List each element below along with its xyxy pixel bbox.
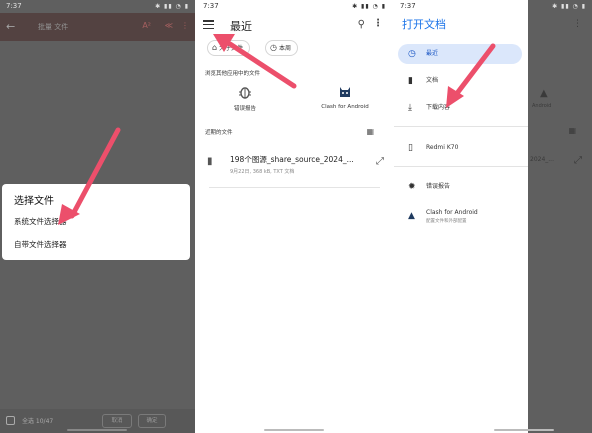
share-icon[interactable]: ≪ bbox=[165, 21, 173, 30]
dialog-title: 选择文件 bbox=[14, 196, 54, 207]
drawer-item-downloads[interactable]: ⤓ 下载内容 bbox=[398, 98, 522, 118]
file-name: 2024_... bbox=[530, 156, 554, 163]
cat-icon: ▲ bbox=[540, 88, 548, 99]
app-label: Clash for Android bbox=[321, 104, 369, 110]
chip-label: 大于文件 bbox=[219, 45, 244, 52]
download-icon: ⤓ bbox=[408, 103, 412, 113]
drawer-item-label: Redmi K70 bbox=[426, 144, 459, 151]
builtin-file-picker-option[interactable]: 自带文件选择器 bbox=[14, 239, 67, 250]
recent-files-section-label: 近期的文件 bbox=[205, 130, 233, 136]
system-file-picker-option[interactable]: 系统文件选择器 bbox=[14, 216, 67, 227]
bug-icon bbox=[237, 84, 253, 100]
more-icon[interactable]: ⋮ bbox=[181, 21, 189, 30]
app-bar: 最近 ⚲ ⋮ bbox=[197, 13, 392, 39]
app-toolbar: ← 批量 文件 A² ≪ ⋮ bbox=[0, 13, 195, 41]
status-icons: ✱ ▮▮ ◔ ▮ bbox=[155, 3, 189, 10]
app-label: Android bbox=[532, 103, 552, 109]
drawer-item-recent[interactable]: ◷ 最近 bbox=[398, 44, 522, 64]
file-name: 198个图源_share_source_2024_... bbox=[230, 155, 354, 164]
list-item[interactable]: ▮ 198个图源_share_source_2024_... 9月22日, 36… bbox=[197, 148, 392, 184]
cancel-button[interactable]: 取消 bbox=[102, 414, 132, 428]
cat-icon: ▲ bbox=[408, 211, 415, 221]
more-options-icon[interactable]: ⋮ bbox=[373, 18, 383, 29]
home-indicator bbox=[67, 429, 127, 431]
doc-icon: ▮ bbox=[408, 76, 413, 86]
drawer-item-label: Clash for Android bbox=[426, 209, 478, 216]
divider bbox=[394, 166, 528, 167]
status-time: 7:37 bbox=[6, 2, 22, 10]
status-bar: 7:37 ✱ ▮▮ ◔ ▮ bbox=[0, 0, 195, 13]
status-time: 7:37 bbox=[400, 2, 416, 10]
hamburger-menu-icon[interactable] bbox=[203, 20, 214, 30]
cat-icon bbox=[337, 84, 353, 100]
search-icon[interactable]: ⚲ bbox=[358, 19, 365, 30]
app-shortcut-clash[interactable]: Clash for Android bbox=[305, 84, 385, 110]
status-icons: ✱ ▮▮ ◔ ▮ bbox=[352, 3, 386, 10]
filter-chip-this-week[interactable]: ◷ 本周 bbox=[265, 40, 298, 56]
status-icons: ✱ ▮▮ ◔ ▮ bbox=[552, 3, 586, 10]
back-arrow-icon[interactable]: ← bbox=[6, 20, 15, 33]
drawer-item-label: 文档 bbox=[426, 77, 439, 84]
home-indicator bbox=[494, 429, 554, 431]
status-bar: 7:37 bbox=[394, 0, 528, 13]
phone-icon: ▯ bbox=[408, 143, 413, 153]
drawer-item-device[interactable]: ▯ Redmi K70 bbox=[398, 138, 522, 158]
grid-view-icon[interactable]: ▦ bbox=[366, 127, 374, 136]
tag-icon: ⌂ bbox=[212, 43, 218, 52]
navigation-drawer: 7:37 打开文档 ◷ 最近 ▮ 文档 ⤓ 下载内容 ▯ Redmi K70 ✹… bbox=[394, 0, 554, 433]
divider bbox=[394, 126, 528, 127]
toolbar-title: 批量 文件 bbox=[38, 23, 69, 31]
choose-file-dialog: 选择文件 系统文件选择器 自带文件选择器 bbox=[2, 184, 190, 260]
other-apps-section-label: 浏览其他应用中的文件 bbox=[205, 71, 261, 77]
drawer-item-bug-report[interactable]: ✹ 错误报告 bbox=[398, 177, 522, 197]
file-icon: ▮ bbox=[207, 156, 213, 167]
recent-files-screen: 7:37 ✱ ▮▮ ◔ ▮ 最近 ⚲ ⋮ ⌂ 大于文件 ◷ 本周 浏览其他应用中的文… bbox=[197, 0, 392, 433]
navigation-drawer-screen: 7:37 ✱ ▮▮ ◔ ▮ ⋮ ▲ Android ▦ 2024_... ⤢ 7… bbox=[394, 0, 592, 433]
grid-view-icon: ▦ bbox=[568, 126, 576, 135]
expand-icon: ⤢ bbox=[574, 155, 582, 166]
drawer-item-clash[interactable]: ▲ Clash for Android 配置文件和外部配置 bbox=[398, 206, 522, 230]
file-meta: 9月22日, 368 kB, TXT 文档 bbox=[230, 169, 295, 175]
history-icon: ◷ bbox=[270, 43, 277, 52]
drawer-item-label: 下载内容 bbox=[426, 104, 451, 111]
drawer-item-label: 错误报告 bbox=[426, 183, 451, 190]
status-time: 7:37 bbox=[203, 2, 219, 10]
font-size-icon[interactable]: A² bbox=[142, 21, 151, 30]
app-label: 错误报告 bbox=[233, 106, 256, 112]
page-title: 最近 bbox=[230, 20, 252, 33]
home-indicator bbox=[264, 429, 324, 431]
bug-icon: ✹ bbox=[408, 182, 416, 192]
select-all-label: 全选 10/47 bbox=[22, 418, 54, 425]
expand-icon[interactable]: ⤢ bbox=[376, 156, 384, 167]
app-screen-panel: 7:37 ✱ ▮▮ ◔ ▮ ← 批量 文件 A² ≪ ⋮ 选择文件 系统文件选择… bbox=[0, 0, 195, 433]
app-shortcut-bug-report[interactable]: 错误报告 bbox=[205, 84, 285, 112]
status-bar: 7:37 ✱ ▮▮ ◔ ▮ bbox=[197, 0, 392, 13]
drawer-title: 打开文档 bbox=[402, 18, 446, 31]
confirm-button[interactable]: 确定 bbox=[138, 414, 166, 428]
clock-icon: ◷ bbox=[408, 49, 416, 59]
filter-chip-large-files[interactable]: ⌂ 大于文件 bbox=[207, 40, 251, 56]
select-all-checkbox[interactable] bbox=[6, 416, 15, 425]
drawer-item-label: 最近 bbox=[426, 50, 439, 57]
divider bbox=[209, 187, 380, 188]
more-options-icon: ⋮ bbox=[573, 19, 582, 29]
chip-label: 本周 bbox=[278, 45, 291, 52]
drawer-item-documents[interactable]: ▮ 文档 bbox=[398, 71, 522, 91]
drawer-item-sublabel: 配置文件和外部配置 bbox=[426, 219, 467, 224]
